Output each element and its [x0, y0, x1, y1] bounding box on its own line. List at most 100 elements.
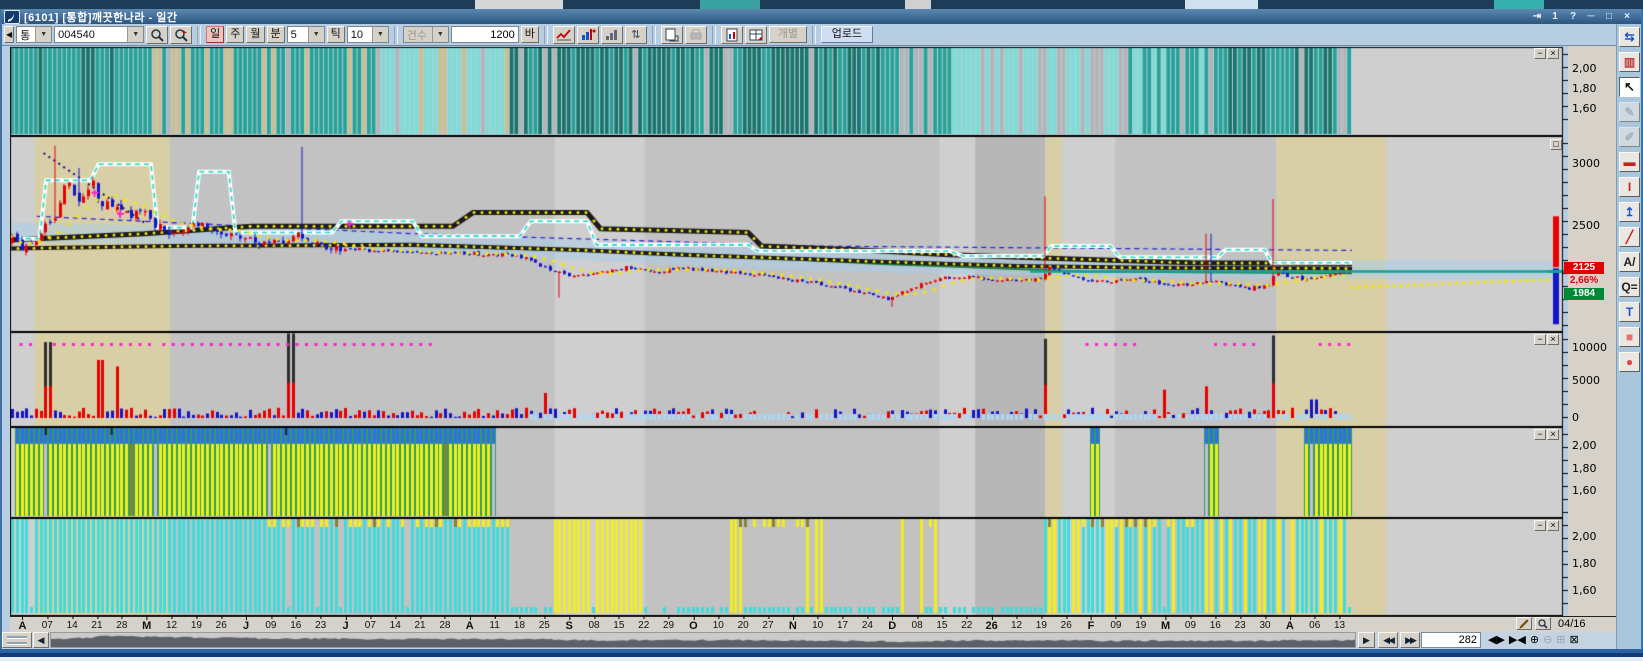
sig1-axis-label: 2,00	[1572, 439, 1597, 452]
scroll-right-icon[interactable]: ▶	[1358, 632, 1375, 648]
segment-tool-icon[interactable]: ▬	[1619, 152, 1640, 172]
trendline-tool-icon[interactable]: ╱	[1619, 227, 1640, 247]
splitter-grip[interactable]	[2, 632, 32, 648]
date-label: 10	[713, 620, 724, 631]
chevron-down-icon[interactable]: ▼	[372, 27, 388, 42]
report-icon[interactable]	[721, 26, 743, 44]
period-button-3[interactable]: 분	[267, 26, 285, 43]
search-icon[interactable]	[146, 26, 168, 44]
vol-axis-label: 10000	[1572, 341, 1607, 354]
pan-hand-icon: ✐	[1619, 127, 1640, 147]
month-label: A	[1286, 620, 1294, 632]
market-type-value: 통	[17, 27, 35, 43]
search-cancel-icon[interactable]	[170, 26, 192, 44]
month-label: O	[689, 620, 698, 632]
help-icon[interactable]: ?	[1565, 11, 1581, 23]
sig2-panel-minimize-icon[interactable]: −	[1534, 520, 1546, 531]
period-button-2[interactable]: 월	[246, 26, 264, 43]
cursor-icon[interactable]: ↖	[1619, 77, 1640, 97]
zoom-in-icon[interactable]: ⊕	[1530, 633, 1539, 648]
month-label: 26	[986, 620, 998, 632]
market-type-combo[interactable]: 통▼	[16, 26, 52, 43]
reference-low-badge: 1984	[1564, 288, 1604, 300]
vol-panel-minimize-icon[interactable]: −	[1534, 334, 1546, 345]
current-date-label: 04/16	[1558, 618, 1586, 630]
text-ratio-tool-icon[interactable]: A/	[1619, 252, 1640, 272]
date-label: 09	[265, 620, 276, 631]
period-button-group: 일주월분	[206, 26, 285, 43]
sig2-panel-close-icon[interactable]: ×	[1547, 520, 1559, 531]
sig1-axis-label: 1,80	[1572, 462, 1597, 475]
annotate-pencil-icon[interactable]	[1516, 617, 1532, 630]
chart-layout-icon[interactable]: ▥	[1619, 52, 1640, 72]
session-exit-icon[interactable]: ⇥	[1529, 11, 1545, 23]
band-panel-close-icon[interactable]: ×	[1547, 48, 1559, 59]
date-label: 28	[116, 620, 127, 631]
refresh-icon[interactable]: ⇆	[1619, 27, 1640, 47]
month-label: A	[18, 620, 26, 632]
date-label: 16	[1210, 620, 1221, 631]
minimize-icon[interactable]: ─	[1583, 11, 1599, 23]
fit-width-icon[interactable]: ▶◀	[1509, 633, 1526, 648]
toolbar-separator	[812, 26, 816, 44]
page-left-icon[interactable]: ◀◀	[1378, 632, 1398, 648]
change-percent-label: 2,66%	[1564, 275, 1604, 287]
minute-combo[interactable]: 5▼	[287, 26, 325, 43]
upload-button[interactable]: 업로드	[821, 26, 873, 43]
date-label: 08	[588, 620, 599, 631]
text-tool-icon[interactable]: T	[1619, 302, 1640, 322]
background-windows-sliver	[0, 0, 1643, 9]
navigator-preview[interactable]	[51, 633, 1355, 647]
band-panel-minimize-icon[interactable]: −	[1534, 48, 1546, 59]
date-label: 12	[166, 620, 177, 631]
print-icon	[685, 26, 707, 44]
anchor-tool-icon[interactable]: ↥	[1619, 202, 1640, 222]
chevron-down-icon[interactable]: ▼	[127, 27, 143, 42]
period-button-1[interactable]: 주	[226, 26, 244, 43]
main-panel-restore-icon[interactable]: □	[1550, 139, 1562, 150]
vline-tool-icon[interactable]: I	[1619, 177, 1640, 197]
chart-canvas[interactable]	[10, 46, 1570, 616]
minute-value: 5	[288, 29, 308, 41]
sort-arrows-icon[interactable]: ⇅	[625, 26, 647, 44]
toolbar-separator	[712, 26, 716, 44]
volume-alert-icon[interactable]	[577, 26, 599, 44]
stock-code-combo[interactable]: 004540▼	[54, 26, 144, 43]
rect-tool-icon[interactable]: ■	[1619, 327, 1640, 347]
date-axis: A07142128M121926J091623J07142128A111825S…	[10, 616, 1616, 633]
bar-chart-icon[interactable]	[601, 26, 623, 44]
formula-tool-icon[interactable]: Q=	[1619, 277, 1640, 297]
month-label: D	[888, 620, 896, 632]
magnifier-icon[interactable]	[1535, 617, 1551, 630]
period-button-0[interactable]: 일	[206, 26, 224, 43]
maximize-icon[interactable]: □	[1601, 11, 1617, 23]
line-chart-icon[interactable]	[553, 26, 575, 44]
date-label: 20	[738, 620, 749, 631]
bars-unit-button[interactable]: 바	[521, 26, 539, 43]
grid-icon[interactable]	[745, 26, 767, 44]
sig1-panel-close-icon[interactable]: ×	[1547, 429, 1559, 440]
price-axis-label: 2500	[1572, 219, 1600, 232]
page-right-icon[interactable]: ▶▶	[1400, 632, 1420, 648]
close-panel-icon[interactable]: ⊠	[1570, 633, 1579, 648]
date-label: 23	[1235, 620, 1246, 631]
toolbar-scroll-left-icon[interactable]: ◀	[4, 26, 14, 43]
expand-horiz-icon[interactable]: ◀▶	[1488, 633, 1505, 648]
bar-count-input[interactable]	[451, 26, 519, 43]
tick-count-combo[interactable]: 10▼	[347, 26, 389, 43]
chevron-down-icon[interactable]: ▼	[308, 27, 324, 42]
band-axis-label: 1,60	[1572, 102, 1597, 115]
scroll-left-icon[interactable]: ◀	[33, 632, 49, 648]
chevron-down-icon[interactable]: ▼	[35, 27, 51, 42]
close-icon[interactable]: ×	[1619, 11, 1635, 23]
copy-chart-icon[interactable]	[661, 26, 683, 44]
date-label: 18	[514, 620, 525, 631]
price-axis-label: 3000	[1572, 157, 1600, 170]
ellipse-tool-icon[interactable]: ●	[1619, 352, 1640, 372]
window-count-badge[interactable]: 1	[1547, 11, 1563, 23]
visible-bar-count-input[interactable]	[1421, 632, 1481, 648]
vol-panel-close-icon[interactable]: ×	[1547, 334, 1559, 345]
sig1-panel-minimize-icon[interactable]: −	[1534, 429, 1546, 440]
tick-button[interactable]: 틱	[327, 26, 345, 43]
navigator-track[interactable]	[50, 632, 1356, 648]
